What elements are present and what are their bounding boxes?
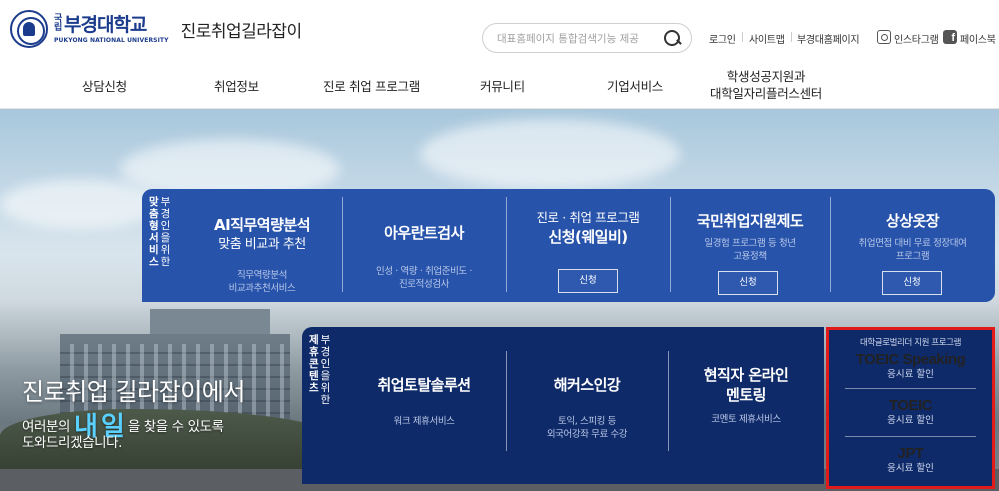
util-divider <box>791 32 792 42</box>
login-link[interactable]: 로그인 <box>709 31 736 46</box>
side-label-char: 제 <box>309 334 319 346</box>
util-divider <box>742 32 743 42</box>
side-label-char: 한 <box>160 256 171 268</box>
toeic-box-heading: 대학글로벌리더 지원 프로그램 <box>859 338 962 348</box>
side-label-char: 츠 <box>309 382 319 394</box>
toeic-divider <box>845 388 976 389</box>
nav-community[interactable]: 커뮤니티 <box>480 76 525 95</box>
national-employment-apply-button[interactable]: 신청 <box>718 271 778 295</box>
side-label-char: 서 <box>149 232 159 244</box>
side-label-char: 부 <box>160 196 171 208</box>
panel-side-label: 맞춤형서비스 부경인을위한 <box>149 196 181 268</box>
side-label-char: 형 <box>149 220 159 232</box>
side-label-char: 콘 <box>309 358 319 370</box>
side-label-char: 을 <box>160 232 171 244</box>
site-header: 국립 부경대학교 PUKYONG NATIONAL UNIVERSITY 진로취업… <box>0 0 999 110</box>
side-label-char: 인 <box>320 358 331 370</box>
instagram-icon[interactable] <box>877 30 891 44</box>
side-label-char: 위 <box>160 244 171 256</box>
nav-student-success[interactable]: 학생성공지원과 대학일자리플러스센터 <box>710 68 822 102</box>
tile-career-program[interactable]: 진로 · 취업 프로그램 신청(웨일비) <box>506 209 670 247</box>
nav-counseling[interactable]: 상담신청 <box>82 76 127 95</box>
hero-title: 진로취업 길라잡이에서 <box>22 378 245 406</box>
nav-career-program[interactable]: 진로 취업 프로그램 <box>323 76 420 95</box>
side-label-char: 춤 <box>149 208 159 220</box>
suit-closet-apply-button[interactable]: 신청 <box>882 271 942 295</box>
homepage-link[interactable]: 부경대홈페이지 <box>797 31 860 46</box>
search-input[interactable] <box>497 30 655 48</box>
tile-suit-closet[interactable]: 상상옷장 취업면접 대비 무료 정장대여 프로그램 <box>830 211 995 263</box>
toeic-item[interactable]: TOEIC 응시료 할인 <box>829 396 992 427</box>
side-label-char: 휴 <box>309 346 319 358</box>
hero-subtitle-2: 도와드리겠습니다. <box>22 435 123 451</box>
university-name: 국립 부경대학교 <box>54 13 147 36</box>
main-nav: 상담신청 취업정보 진로 취업 프로그램 커뮤니티 기업서비스 학생성공지원과 … <box>0 66 999 106</box>
tile-ai-competency[interactable]: AI직무역량분석 맞춤 비교과 추천 직무역량분석 비교과추천서비스 <box>182 215 342 295</box>
side-label-char: 비 <box>149 244 159 256</box>
side-label-char: 한 <box>320 394 331 406</box>
side-label-char: 텐 <box>309 370 319 382</box>
career-program-apply-button[interactable]: 신청 <box>558 269 618 293</box>
toeic-discount-box: 대학글로벌리더 지원 프로그램 TOEIC Speaking 응시료 할인 TO… <box>826 327 995 489</box>
tile-national-employment[interactable]: 국민취업지원제도 일경험 프로그램 등 청년 고용정책 <box>670 211 830 263</box>
custom-service-panel: 맞춤형서비스 부경인을위한 AI직무역량분석 맞춤 비교과 추천 직무역량분석 … <box>142 189 995 302</box>
facebook-link[interactable]: 페이스북 <box>960 31 996 46</box>
instagram-link[interactable]: 인스타그램 <box>894 31 939 46</box>
toeic-speaking-item[interactable]: TOEIC Speaking 응시료 할인 <box>829 350 992 381</box>
university-emblem-icon <box>10 10 48 48</box>
university-name-en: PUKYONG NATIONAL UNIVERSITY <box>54 36 169 44</box>
university-logo[interactable]: 국립 부경대학교 PUKYONG NATIONAL UNIVERSITY 진로취업… <box>10 10 302 48</box>
cloud <box>0 179 160 229</box>
cloud <box>420 119 680 189</box>
side-label-char: 위 <box>320 382 331 394</box>
tile-aurant-test[interactable]: 아우란트검사 인성 · 역량 · 취업준비도 · 진로적성검사 <box>342 223 506 291</box>
search-box <box>482 23 692 53</box>
tile-hackers-lecture[interactable]: 해커스인강 토익, 스피킹 등 외국어강좌 무료 수강 <box>506 375 668 441</box>
search-icon[interactable] <box>663 29 683 49</box>
jpt-item[interactable]: JPT 응시료 할인 <box>829 444 992 475</box>
side-label-char: 을 <box>320 370 331 382</box>
panel-side-label: 제휴콘텐츠 부경인을위한 <box>309 334 341 406</box>
nav-job-info[interactable]: 취업정보 <box>214 76 259 95</box>
side-label-char: 인 <box>160 220 171 232</box>
partner-content-panel: 제휴콘텐츠 부경인을위한 취업토탈솔루션 워크 제휴서비스 해커스인강 토익, … <box>302 327 824 484</box>
side-label-char: 맞 <box>149 196 159 208</box>
site-title[interactable]: 진로취업길라잡이 <box>181 17 303 42</box>
toeic-divider <box>845 436 976 437</box>
hero-section: 진로취업 길라잡이에서 여러분의 내일을 찾을 수 있도록 도와드리겠습니다. … <box>0 109 999 491</box>
side-label-char: 경 <box>160 208 171 220</box>
tile-online-mentoring[interactable]: 현직자 온라인 멘토링 코멘토 제휴서비스 <box>668 365 824 426</box>
side-label-char: 경 <box>320 346 331 358</box>
side-label-char: 부 <box>320 334 331 346</box>
side-label-char: 스 <box>149 256 159 268</box>
nav-company-service[interactable]: 기업서비스 <box>607 76 663 95</box>
tile-job-solution[interactable]: 취업토탈솔루션 워크 제휴서비스 <box>342 375 506 428</box>
facebook-icon[interactable]: f <box>943 30 957 44</box>
sitemap-link[interactable]: 사이트맵 <box>749 31 785 46</box>
